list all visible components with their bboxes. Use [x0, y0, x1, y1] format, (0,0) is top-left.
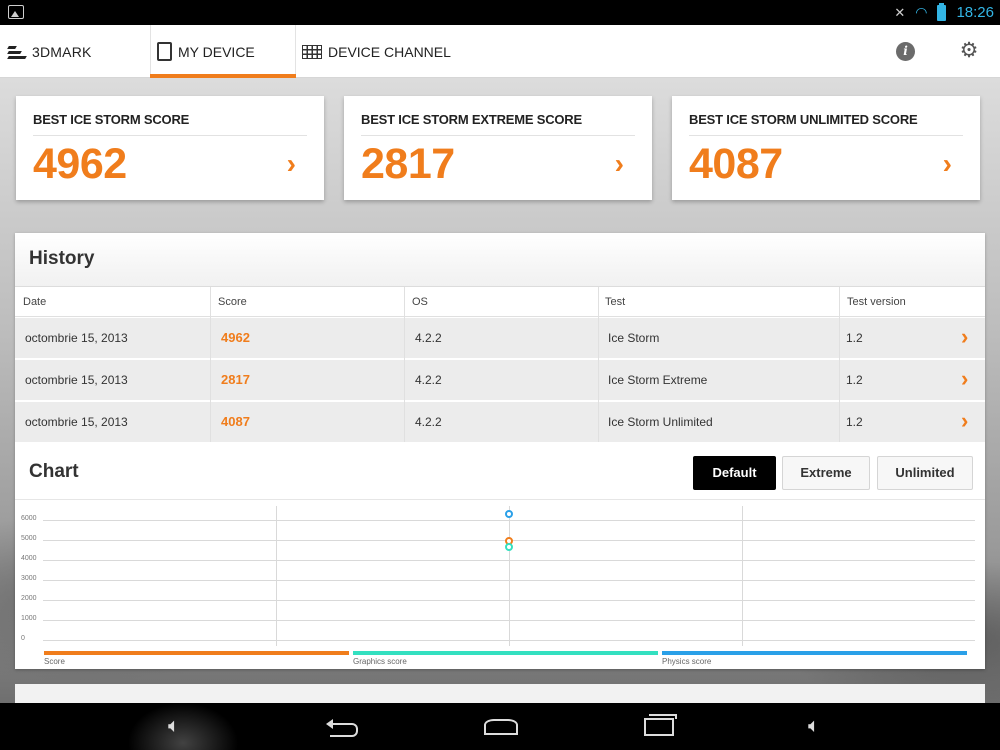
- column-header-score: Score: [218, 296, 247, 308]
- chevron-right-icon: ›: [961, 408, 969, 433]
- column-divider: [210, 287, 211, 442]
- row-date: octombrie 15, 2013: [25, 331, 128, 345]
- vertical-gridline: [509, 506, 510, 646]
- tab-label: MY DEVICE: [178, 43, 255, 60]
- card-title: BEST ICE STORM UNLIMITED SCORE: [689, 112, 918, 127]
- score-card-ice-storm-extreme[interactable]: BEST ICE STORM EXTREME SCORE 2817 ›: [344, 96, 652, 200]
- clock: 18:26: [956, 4, 994, 21]
- tab-label: DEVICE CHANNEL: [328, 43, 451, 60]
- column-divider: [404, 287, 405, 442]
- column-header-test-version: Test version: [847, 296, 906, 308]
- y-tick-label: 3000: [21, 575, 37, 582]
- row-score: 4087: [221, 414, 250, 429]
- mute-icon: ✕: [894, 4, 906, 20]
- row-os: 4.2.2: [415, 415, 442, 429]
- extreme-button[interactable]: Extreme: [782, 456, 870, 490]
- app-toolbar: 3DMARK MY DEVICE DEVICE CHANNEL i ⚙: [0, 25, 1000, 78]
- card-score: 4087: [689, 140, 783, 188]
- legend-label: Physics score: [662, 657, 712, 666]
- card-score: 4962: [33, 140, 127, 188]
- vertical-gridline: [276, 506, 277, 646]
- row-date: octombrie 15, 2013: [25, 415, 128, 429]
- tab-my-device[interactable]: MY DEVICE: [150, 25, 296, 78]
- logo-label: 3DMARK: [32, 44, 92, 60]
- battery-icon: [937, 2, 947, 21]
- tablet-icon: [157, 42, 172, 61]
- vertical-gridline: [742, 506, 743, 646]
- legend-label: Graphics score: [353, 657, 407, 666]
- history-header: History: [15, 233, 985, 287]
- next-panel-edge: [15, 684, 985, 703]
- grid-icon: [302, 44, 322, 59]
- unlimited-button[interactable]: Unlimited: [877, 456, 973, 490]
- card-title: BEST ICE STORM EXTREME SCORE: [361, 112, 582, 127]
- volume-down-icon[interactable]: 🔈︎: [168, 715, 180, 737]
- app-logo[interactable]: 3DMARK: [7, 41, 92, 63]
- info-icon[interactable]: i: [896, 42, 915, 61]
- column-header-os: OS: [412, 296, 428, 308]
- 3dmark-logo-icon: [7, 45, 27, 59]
- row-test: Ice Storm Extreme: [608, 373, 708, 387]
- card-score: 2817: [361, 140, 455, 188]
- data-point[interactable]: [505, 543, 513, 551]
- legend-swatch: [353, 651, 658, 655]
- status-bar: ✕ ◠ 18:26: [0, 0, 1000, 25]
- gallery-icon: [8, 5, 24, 19]
- score-chart: 6000 5000 4000 3000 2000 1000 0 Score Graphics s…: [15, 499, 985, 669]
- recent-apps-icon[interactable]: [644, 714, 677, 736]
- wifi-icon: ◠: [915, 4, 928, 20]
- legend-swatch: [44, 651, 349, 655]
- tab-device-channel[interactable]: DEVICE CHANNEL: [302, 25, 451, 78]
- legend-swatch: [662, 651, 967, 655]
- row-os: 4.2.2: [415, 331, 442, 345]
- row-score: 4962: [221, 330, 250, 345]
- divider: [689, 135, 963, 136]
- row-version: 1.2: [846, 331, 863, 345]
- status-icons: ✕ ◠ 18:26: [894, 0, 994, 25]
- row-score: 2817: [221, 372, 250, 387]
- score-card-ice-storm-unlimited[interactable]: BEST ICE STORM UNLIMITED SCORE 4087 ›: [672, 96, 980, 200]
- nav-highlight: [128, 703, 238, 750]
- divider: [33, 135, 307, 136]
- gear-icon[interactable]: ⚙: [958, 40, 980, 62]
- history-panel: History Date Score OS Test Test version …: [15, 233, 985, 669]
- y-tick-label: 4000: [21, 555, 37, 562]
- volume-up-icon[interactable]: 🔈︎: [808, 715, 820, 737]
- row-version: 1.2: [846, 373, 863, 387]
- divider: [361, 135, 635, 136]
- y-tick-label: 1000: [21, 615, 37, 622]
- row-test: Ice Storm: [608, 331, 660, 345]
- chevron-right-icon: ›: [961, 366, 969, 391]
- y-tick-label: 6000: [21, 515, 37, 522]
- card-title: BEST ICE STORM SCORE: [33, 112, 190, 127]
- legend-label: Score: [44, 657, 65, 666]
- chevron-right-icon: ›: [614, 148, 624, 179]
- y-tick-label: 0: [21, 635, 25, 642]
- column-divider: [839, 287, 840, 442]
- home-icon[interactable]: [484, 719, 518, 735]
- column-divider: [598, 287, 599, 442]
- chevron-right-icon: ›: [961, 324, 969, 349]
- row-test: Ice Storm Unlimited: [608, 415, 713, 429]
- column-header-date: Date: [23, 296, 47, 308]
- chart-title: Chart: [29, 461, 79, 482]
- default-button[interactable]: Default: [693, 456, 776, 490]
- row-date: octombrie 15, 2013: [25, 373, 128, 387]
- row-os: 4.2.2: [415, 373, 442, 387]
- score-card-ice-storm[interactable]: BEST ICE STORM SCORE 4962 ›: [16, 96, 324, 200]
- chevron-right-icon: ›: [942, 148, 952, 179]
- column-header-test: Test: [605, 296, 626, 308]
- y-tick-label: 2000: [21, 595, 37, 602]
- back-icon[interactable]: [326, 717, 358, 737]
- data-point[interactable]: [505, 510, 513, 518]
- y-tick-label: 5000: [21, 535, 37, 542]
- row-version: 1.2: [846, 415, 863, 429]
- navigation-bar: 🔈︎ 🔈︎: [0, 703, 1000, 750]
- chevron-right-icon: ›: [286, 148, 296, 179]
- history-title: History: [29, 248, 95, 269]
